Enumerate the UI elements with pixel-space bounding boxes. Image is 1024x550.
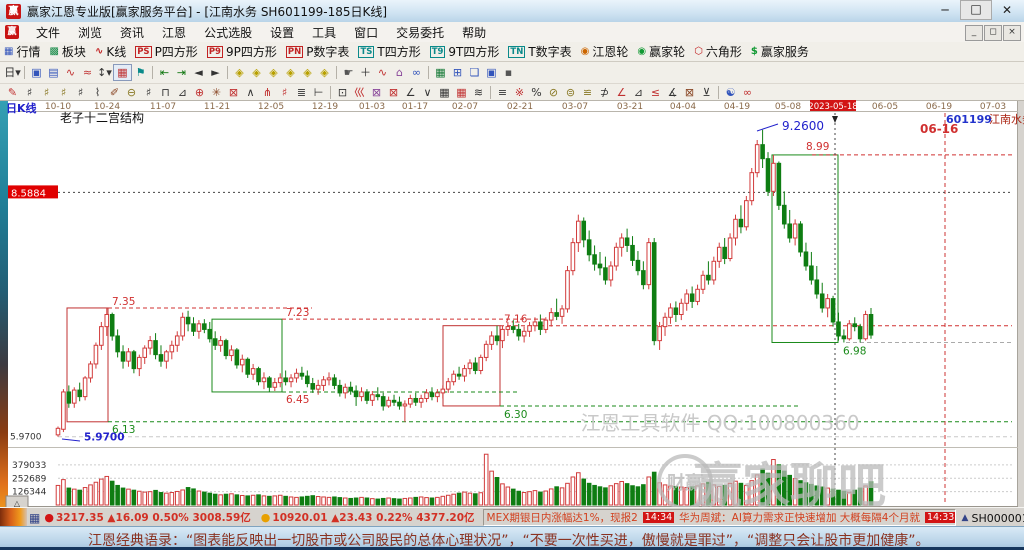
svg-text:6.45: 6.45 — [286, 394, 309, 406]
svg-text:2023-05-18: 2023-05-18 — [808, 102, 857, 112]
svg-text:03-21: 03-21 — [617, 102, 643, 112]
svg-text:379033: 379033 — [12, 461, 46, 471]
svg-text:04-19: 04-19 — [724, 102, 750, 112]
candlestick-chart[interactable]: 10-1010-2411-0711-2112-0512-1901-0301-17… — [0, 0, 1024, 550]
svg-text:252689: 252689 — [12, 474, 47, 484]
svg-text:5.9700: 5.9700 — [84, 432, 125, 444]
symbol-icon: ▲ — [962, 513, 969, 523]
svg-text:05-08: 05-08 — [775, 102, 801, 112]
svg-text:12-05: 12-05 — [258, 102, 284, 112]
svg-text:7.35: 7.35 — [112, 296, 135, 308]
svg-text:12-19: 12-19 — [312, 102, 338, 112]
svg-text:01-17: 01-17 — [402, 102, 428, 112]
svg-text:06-16: 06-16 — [920, 122, 958, 136]
svg-text:江恩工具软件 QQ:100800360: 江恩工具软件 QQ:100800360 — [580, 411, 859, 435]
news-item[interactable]: MEX期银日内涨幅达1%，现报2 — [487, 510, 638, 525]
svg-text:江南水务: 江南水务 — [989, 113, 1024, 126]
svg-text:9.2600: 9.2600 — [782, 119, 824, 133]
symbol-label: SH000001,上证指数 — [971, 510, 1024, 526]
svg-text:01-03: 01-03 — [359, 102, 385, 112]
news-time-badge: 14:33 — [925, 512, 956, 523]
svg-text:日K线: 日K线 — [6, 101, 37, 115]
svg-text:8.5884: 8.5884 — [11, 188, 46, 199]
news-ticker[interactable]: MEX期银日内涨幅达1%，现报2 14:34 华为周斌：AI算力需求正快速增加 … — [483, 509, 956, 526]
status-bar: ▦ ● 3217.35 ▲16.09 0.50% 3008.59亿 ● 1092… — [0, 507, 1024, 527]
sh-index-icon[interactable]: ● — [44, 511, 54, 524]
svg-text:11-21: 11-21 — [204, 102, 230, 112]
svg-text:6.98: 6.98 — [843, 345, 866, 357]
svg-text:06-05: 06-05 — [872, 102, 898, 112]
svg-text:11-07: 11-07 — [150, 102, 176, 112]
svg-text:8.99: 8.99 — [806, 141, 829, 153]
app-window: 赢 赢家江恩专业版[赢家服务平台] - [江南水务 SH601199-185日K… — [0, 0, 1024, 550]
svg-text:赢家聊吧: 赢家聊吧 — [694, 458, 886, 514]
svg-text:07-03: 07-03 — [980, 102, 1006, 112]
svg-text:6.30: 6.30 — [504, 409, 527, 421]
svg-text:03-07: 03-07 — [562, 102, 588, 112]
svg-text:7.16: 7.16 — [504, 314, 528, 326]
svg-text:02-21: 02-21 — [507, 102, 533, 112]
skin-corner — [0, 508, 27, 527]
svg-text:7.23: 7.23 — [286, 307, 309, 319]
current-symbol[interactable]: ▲ SH000001,上证指数 — [962, 510, 1024, 526]
sz-index-quote[interactable]: 10920.01 ▲23.43 0.22% 4377.20亿 — [272, 510, 474, 525]
quote-grid-icon[interactable]: ▦ — [29, 511, 40, 525]
svg-text:财赢: 财赢 — [667, 472, 703, 494]
sz-index-icon[interactable]: ● — [261, 511, 271, 524]
news-time-badge: 14:34 — [643, 512, 674, 523]
svg-text:02-07: 02-07 — [452, 102, 478, 112]
svg-text:06-19: 06-19 — [926, 102, 952, 112]
sh-index-quote[interactable]: 3217.35 ▲16.09 0.50% 3008.59亿 — [56, 510, 251, 525]
svg-text:04-04: 04-04 — [670, 102, 696, 112]
news-item[interactable]: 华为周斌：AI算力需求正快速增加 大概每隔4个月就 — [679, 510, 920, 525]
svg-text:5.9700: 5.9700 — [10, 433, 42, 443]
svg-text:老子十二宫结构: 老子十二宫结构 — [60, 110, 144, 125]
